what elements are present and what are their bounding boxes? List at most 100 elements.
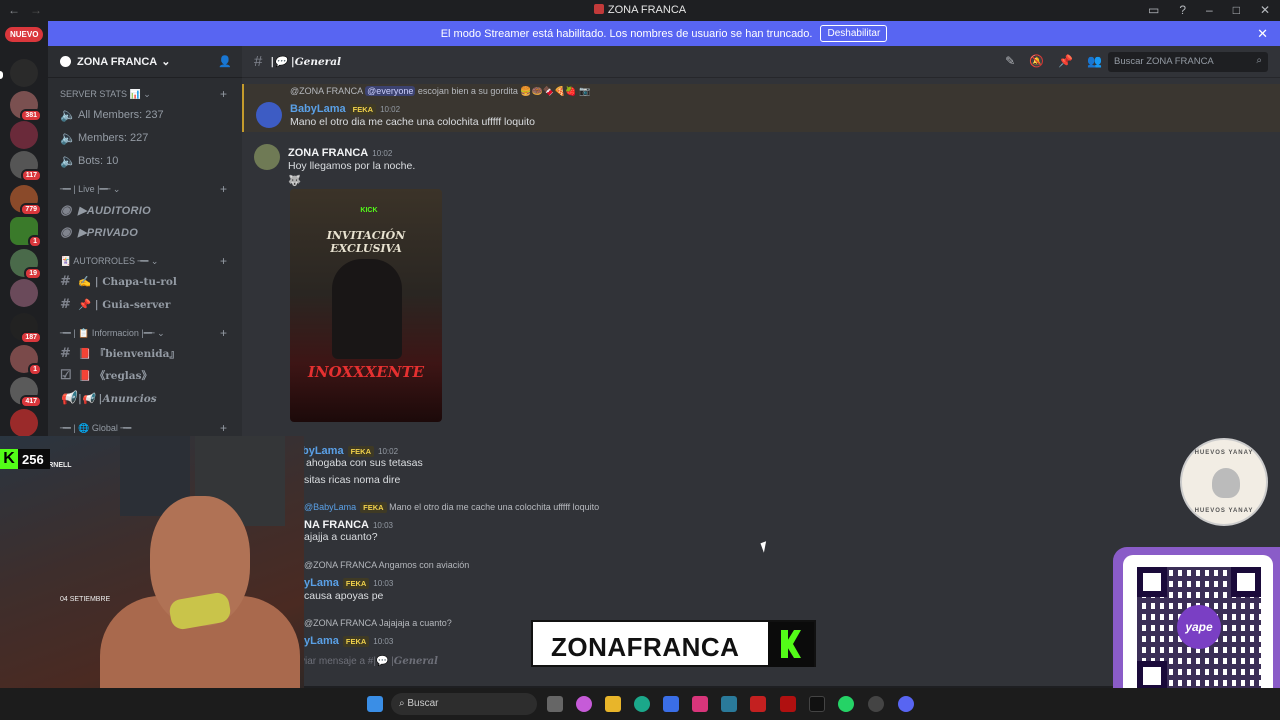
- avatar[interactable]: [256, 102, 282, 128]
- server-icon[interactable]: 779: [10, 185, 42, 216]
- username[interactable]: BabyLama: [290, 103, 346, 115]
- attachment-image[interactable]: KICK INVITACIÓN EXCLUSIVA INOXXXENTE: [290, 189, 442, 422]
- role-tag: FEKA: [342, 578, 370, 589]
- app-icon[interactable]: [721, 696, 737, 712]
- add-channel-icon[interactable]: +: [220, 254, 227, 268]
- server-icon[interactable]: 117: [10, 151, 42, 182]
- server-icon[interactable]: 19: [10, 249, 42, 280]
- edge-icon[interactable]: [634, 696, 650, 712]
- taskbar: ⌕ Buscar: [0, 688, 1280, 720]
- category-label: 🃏 AUTORROLES ╼━: [60, 256, 149, 266]
- taskbar-search[interactable]: ⌕ Buscar: [391, 693, 537, 715]
- add-channel-icon[interactable]: +: [220, 326, 227, 340]
- reply-preview[interactable]: @ZONA FRANCA Jajajaja a cuanto?: [304, 618, 452, 628]
- server-header[interactable]: ZONA FRANCA ⌄ 👤: [48, 46, 242, 78]
- message-item[interactable]: @ZONA FRANCA @everyone escojan bien a su…: [242, 84, 1280, 132]
- reply-preview[interactable]: @ZONA FRANCA Angamos con aviación: [304, 560, 469, 570]
- server-icon[interactable]: 1: [10, 345, 42, 376]
- timestamp: 10:03: [373, 579, 394, 588]
- server-icon[interactable]: 417: [10, 377, 42, 408]
- tiktok-icon[interactable]: [809, 696, 825, 712]
- input-channel: General: [393, 656, 438, 667]
- stage-icon: ◉: [60, 224, 72, 239]
- channel-privado[interactable]: ◉ ▶PRIVADO: [60, 224, 138, 240]
- channel-all-members[interactable]: 🔈 All Members: 237: [60, 107, 164, 123]
- minimize-icon[interactable]: –: [1206, 3, 1213, 17]
- category-autorroles[interactable]: 🃏 AUTORROLES ╼━ ⌄ +: [60, 254, 227, 268]
- hash-icon: #: [60, 274, 71, 289]
- whatsapp-icon[interactable]: [838, 696, 854, 712]
- reply-author: @ZONA FRANCA: [304, 618, 377, 628]
- mention-everyone[interactable]: @everyone: [365, 86, 416, 96]
- inbox-icon[interactable]: ▭: [1148, 3, 1159, 17]
- threads-icon[interactable]: ✎: [1005, 54, 1015, 68]
- add-channel-icon[interactable]: +: [220, 182, 227, 196]
- banner-close-icon[interactable]: ✕: [1257, 26, 1268, 42]
- obs-icon[interactable]: [868, 696, 884, 712]
- message-body: ahogaba con sus tetasas: [306, 457, 423, 469]
- category-live[interactable]: ╼━ | Live |━╾ ⌄ +: [60, 182, 227, 196]
- close-window-icon[interactable]: ✕: [1260, 3, 1270, 17]
- reply-preview[interactable]: @BabyLama FEKA Mano el otro dia me cache …: [304, 502, 599, 513]
- task-view-icon[interactable]: [547, 696, 563, 712]
- viewer-count: 256: [22, 451, 44, 467]
- notifications-muted-icon[interactable]: 🔕: [1029, 54, 1044, 68]
- channel-anuncios[interactable]: 📢 |📢 |Anuncios: [60, 391, 157, 406]
- server-icon[interactable]: 381: [10, 91, 42, 122]
- server-icon-zona-franca[interactable]: [10, 409, 38, 437]
- channel-bots[interactable]: 🔈 Bots: 10: [60, 153, 118, 169]
- reply-author: @ZONA FRANCA: [304, 560, 377, 570]
- category-informacion[interactable]: ╼━ | 📋 Informacion |━╾ ⌄ +: [60, 326, 227, 340]
- avatar[interactable]: [254, 144, 280, 170]
- role-tag: FEKA: [347, 446, 374, 457]
- help-icon[interactable]: ?: [1179, 3, 1186, 17]
- timestamp: 10:02: [372, 149, 393, 158]
- new-badge[interactable]: NUEVO: [5, 27, 44, 42]
- channel-reglas[interactable]: ☑ 📕 《reglas》: [60, 368, 152, 383]
- search-input[interactable]: Buscar ZONA FRANCA ⌕: [1108, 52, 1268, 72]
- channel-label: ✍️ | Chapa-tu-rol: [78, 276, 177, 288]
- channel-bienvenida[interactable]: # 📕 『bienvenida』: [60, 346, 180, 361]
- username[interactable]: byLama: [302, 445, 344, 457]
- server-icon[interactable]: [10, 279, 38, 307]
- server-icon-clips[interactable]: [10, 59, 38, 87]
- category-global[interactable]: ╼━ | 🌐 Global ╼━ +: [60, 421, 227, 435]
- timestamp: 10:03: [373, 637, 394, 646]
- channel-guia-server[interactable]: # 📌 | Guia-server: [60, 297, 170, 312]
- channel-auditorio[interactable]: ◉ ▶AUDITORIO: [60, 202, 151, 218]
- channel-members[interactable]: 🔈 Members: 227: [60, 130, 148, 146]
- username[interactable]: yLama: [304, 635, 339, 647]
- server-icon-clan[interactable]: 1: [10, 217, 42, 248]
- app-icon[interactable]: [750, 696, 766, 712]
- add-channel-icon[interactable]: +: [220, 421, 227, 435]
- maximize-icon[interactable]: □: [1233, 3, 1240, 17]
- timestamp: 10:02: [380, 105, 401, 114]
- discord-icon[interactable]: [898, 696, 914, 712]
- message-meta: BabyLama FEKA 10:02: [290, 101, 400, 115]
- server-icon[interactable]: [10, 121, 38, 149]
- message-item[interactable]: byLama FEKA 10:02 ahogaba con sus tetasas …: [242, 440, 1280, 490]
- message-input[interactable]: viar mensaje a #|💬 |General: [300, 650, 530, 674]
- windows-start-icon[interactable]: [367, 696, 383, 712]
- invite-people-icon[interactable]: 👤: [218, 55, 232, 68]
- message-item[interactable]: @BabyLama FEKA Mano el otro dia me cache …: [242, 500, 1280, 546]
- server-icon[interactable]: 187: [10, 313, 42, 344]
- username[interactable]: yLama: [304, 577, 339, 589]
- instagram-icon[interactable]: [692, 696, 708, 712]
- add-channel-icon[interactable]: +: [220, 87, 227, 101]
- copilot-icon[interactable]: [576, 696, 592, 712]
- reply-preview[interactable]: @ZONA FRANCA @everyone escojan bien a su…: [290, 86, 590, 97]
- netflix-icon[interactable]: [780, 696, 796, 712]
- poster-figure: [332, 259, 402, 359]
- disable-streamer-button[interactable]: Deshabilitar: [820, 25, 888, 42]
- file-explorer-icon[interactable]: [605, 696, 621, 712]
- banner-text: El modo Streamer está habilitado. Los no…: [440, 27, 813, 40]
- username[interactable]: NA FRANCA: [304, 519, 369, 531]
- username[interactable]: ZONA FRANCA: [288, 147, 368, 159]
- hen-icon: [1212, 468, 1240, 498]
- category-server-stats[interactable]: SERVER STATS 📊 ⌄ +: [60, 87, 227, 101]
- pin-icon[interactable]: 📌: [1058, 54, 1073, 68]
- members-icon[interactable]: 👥: [1087, 54, 1102, 68]
- channel-chapa-tu-rol[interactable]: # ✍️ | Chapa-tu-rol: [60, 274, 177, 289]
- store-icon[interactable]: [663, 696, 679, 712]
